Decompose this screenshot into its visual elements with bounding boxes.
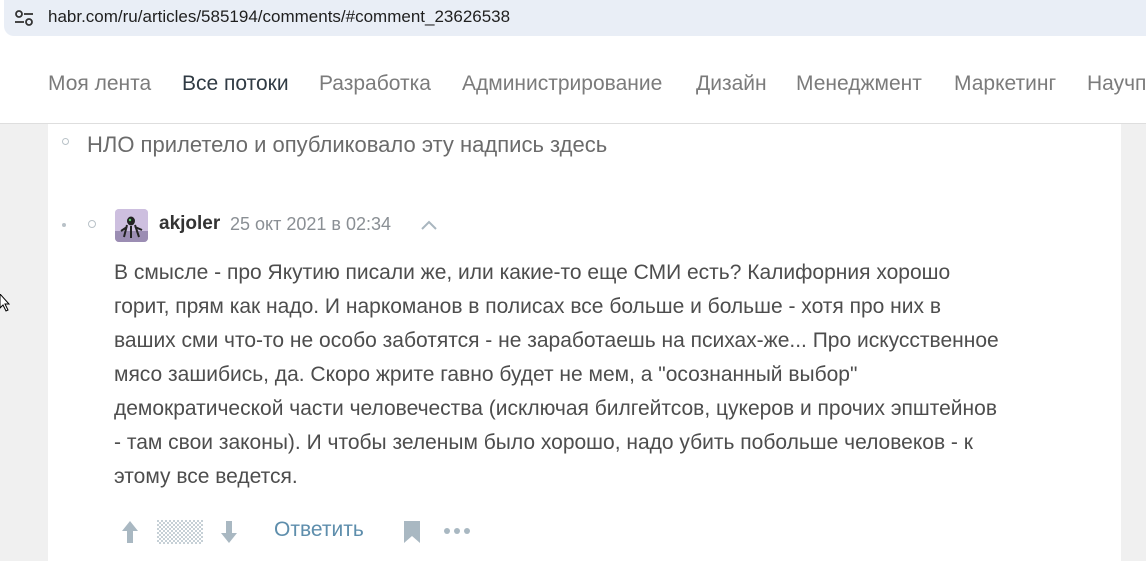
url-text[interactable]: habr.com/ru/articles/585194/comments/#co… xyxy=(48,7,510,27)
bookmark-icon[interactable] xyxy=(403,520,421,544)
nav-item-marketing[interactable]: Маркетинг xyxy=(954,72,1056,96)
address-bar[interactable]: habr.com/ru/articles/585194/comments/#co… xyxy=(0,0,1146,44)
toolbar-divider xyxy=(0,36,1146,44)
hidden-score-icon xyxy=(157,520,203,544)
nav-item-design[interactable]: Дизайн xyxy=(696,72,767,96)
comment-line: ваших сми что-то не особо заботятся - не… xyxy=(114,329,999,352)
comment-line: демократической части человечества (искл… xyxy=(114,397,997,420)
mouse-cursor-icon xyxy=(0,294,10,312)
comment-line: В смысле - про Якутию писали же, или как… xyxy=(114,261,951,284)
nav-item-development[interactable]: Разработка xyxy=(319,72,431,96)
nav-item-management[interactable]: Менеджмент xyxy=(796,72,922,96)
thread-dot xyxy=(62,223,66,227)
avatar[interactable] xyxy=(115,209,148,242)
comment-line: мясо зашибись, да. Скоро жрите гавно буд… xyxy=(114,363,858,386)
nav-item-my-feed[interactable]: Моя лента xyxy=(48,72,151,96)
more-dots-icon[interactable] xyxy=(443,524,471,538)
nav-item-popsci[interactable]: Научпоп xyxy=(1087,72,1146,96)
arrow-down-icon[interactable] xyxy=(218,518,240,546)
comment-line: горит, прям как надо. И наркоманов в пол… xyxy=(114,295,941,318)
comment-text: В смысле - про Якутию писали же, или как… xyxy=(114,256,1104,494)
nav-item-all-flows[interactable]: Все потоки xyxy=(182,72,289,96)
comment-line: - там свои законы). И чтобы зеленым было… xyxy=(114,431,973,454)
tune-icon[interactable] xyxy=(14,9,34,27)
comment-timestamp[interactable]: 25 окт 2021 в 02:34 xyxy=(230,214,391,235)
chevron-up-icon[interactable] xyxy=(418,216,440,234)
reply-button[interactable]: Ответить xyxy=(274,518,364,542)
flows-nav: Моя лента Все потоки Разработка Админист… xyxy=(0,44,1146,124)
ufo-notice: НЛО прилетело и опубликовало эту надпись… xyxy=(87,132,608,157)
thread-bullet xyxy=(88,220,96,228)
nav-item-administration[interactable]: Администрирование xyxy=(462,72,662,96)
comment-line: этому все ведется. xyxy=(114,465,298,488)
thread-bullet xyxy=(62,138,69,145)
avatar-image xyxy=(115,209,148,242)
comment-author[interactable]: akjoler xyxy=(159,213,220,235)
arrow-up-icon[interactable] xyxy=(119,518,141,546)
